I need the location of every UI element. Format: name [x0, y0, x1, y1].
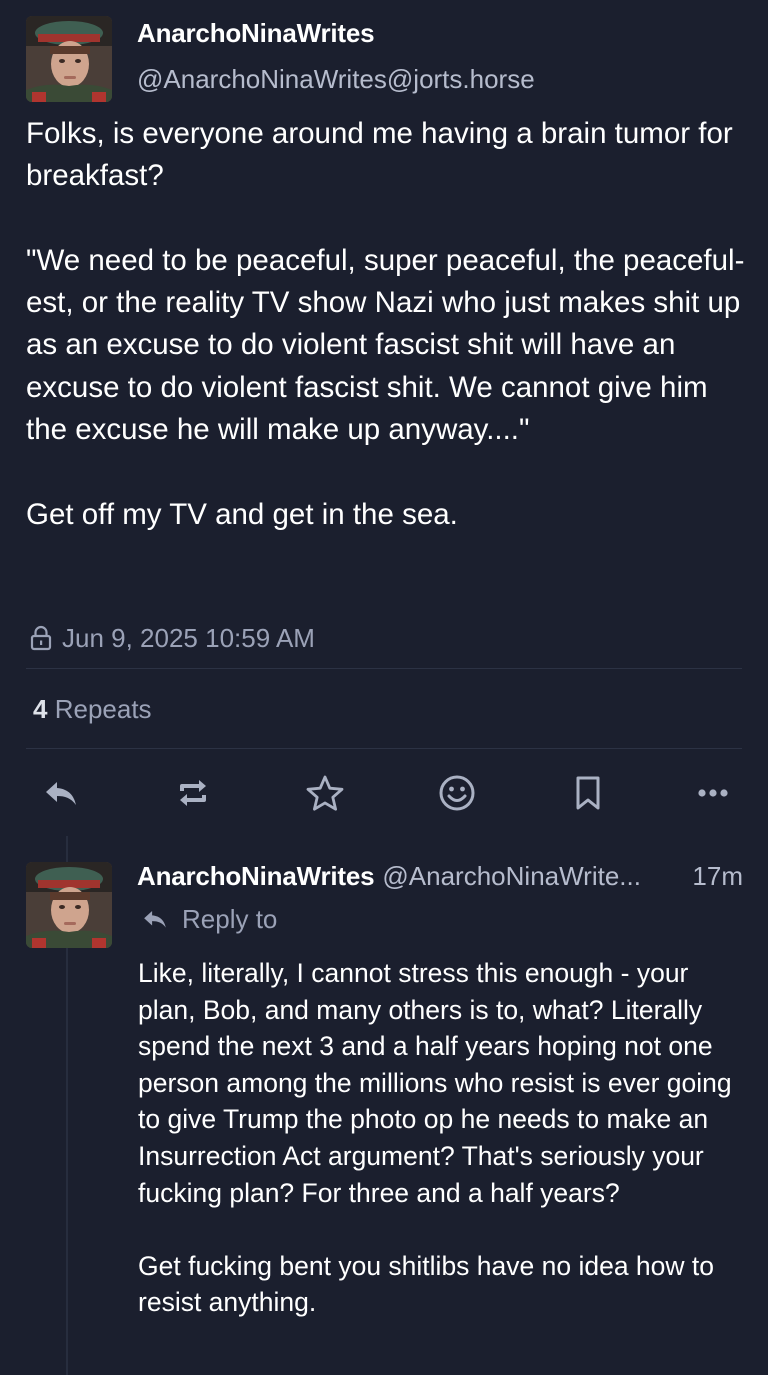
post-timestamp[interactable]: Jun 9, 2025 10:59 AM: [62, 623, 315, 654]
repeats-number: 4: [33, 694, 48, 724]
emoji-icon: [439, 775, 475, 811]
avatar[interactable]: [26, 862, 112, 948]
repeats-label: Repeats: [54, 694, 152, 724]
emoji-reaction-button[interactable]: [427, 760, 487, 826]
more-button[interactable]: [683, 760, 743, 826]
favourite-button[interactable]: [295, 760, 355, 826]
reply-icon: [46, 782, 76, 805]
display-name[interactable]: AnarchoNinaWrites: [137, 18, 375, 49]
post-timestamp-row: Jun 9, 2025 10:59 AM: [28, 620, 315, 656]
reply-to-indicator[interactable]: Reply to: [142, 902, 277, 936]
display-name[interactable]: AnarchoNinaWrites: [137, 861, 375, 892]
action-bar: [0, 760, 768, 826]
bookmark-button[interactable]: [558, 760, 618, 826]
divider: [26, 668, 742, 669]
boost-button[interactable]: [163, 760, 223, 826]
avatar-image: [26, 862, 112, 948]
divider: [26, 748, 742, 749]
more-icon: [698, 789, 728, 797]
reply-arrow-icon: [144, 911, 166, 928]
reply-button[interactable]: [31, 760, 91, 826]
post-content: Folks, is everyone around me having a br…: [26, 117, 745, 531]
reply-content: Like, literally, I cannot stress this en…: [138, 958, 732, 1318]
bookmark-icon: [576, 776, 600, 810]
account-handle[interactable]: @AnarchoNinaWrites@jorts.horse: [137, 64, 535, 95]
relative-timestamp[interactable]: 17m: [692, 861, 743, 892]
reply-to-label: Reply to: [182, 903, 278, 934]
boost-icon: [180, 780, 206, 806]
main-post: AnarchoNinaWrites @AnarchoNinaWrites@jor…: [0, 0, 768, 836]
reply-header: AnarchoNinaWrites @AnarchoNinaWrite... 1…: [137, 858, 743, 894]
account-handle[interactable]: @AnarchoNinaWrite...: [382, 861, 682, 892]
star-icon: [306, 775, 344, 811]
avatar-image: [26, 16, 112, 102]
avatar[interactable]: [26, 16, 112, 102]
repeats-count[interactable]: 4 Repeats: [33, 694, 152, 725]
lock-icon: [30, 625, 52, 651]
